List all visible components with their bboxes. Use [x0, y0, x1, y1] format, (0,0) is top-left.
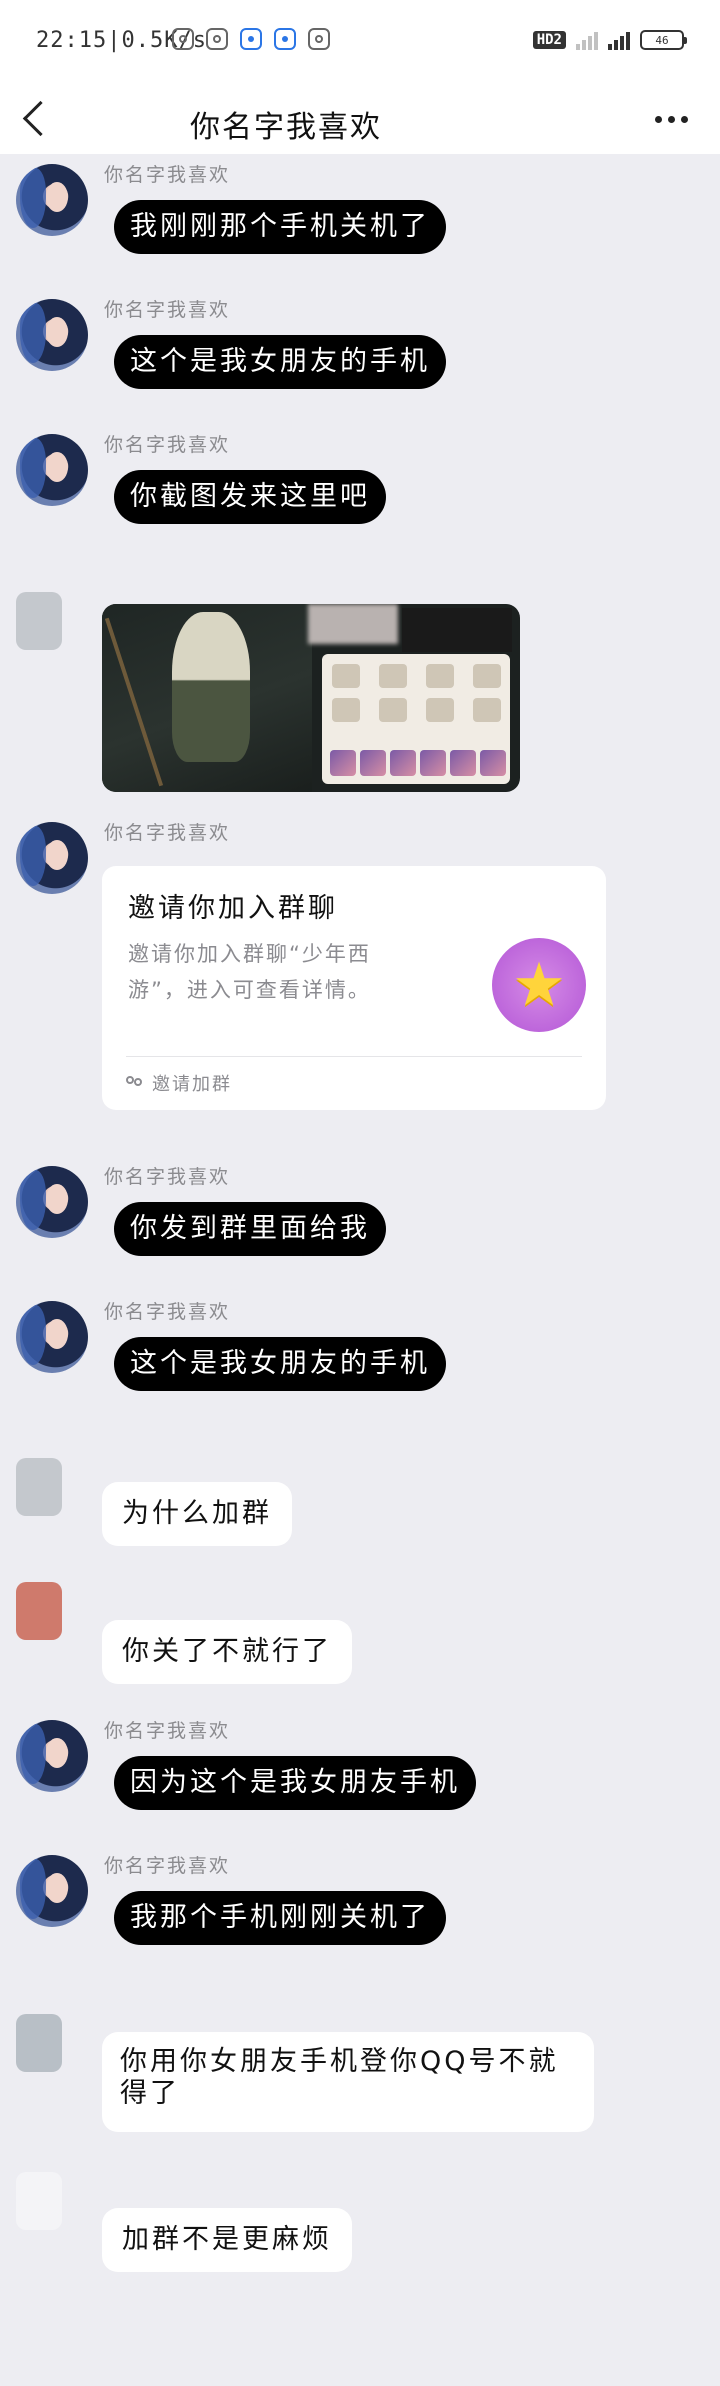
- sender-name: 你名字我喜欢: [104, 434, 231, 456]
- chat-header: 你名字我喜欢: [0, 88, 720, 154]
- message-bubble[interactable]: 你发到群里面给我: [114, 1202, 386, 1256]
- divider: [126, 1056, 582, 1057]
- avatar[interactable]: [16, 2172, 62, 2230]
- avatar[interactable]: [16, 1720, 88, 1792]
- avatar[interactable]: [16, 1458, 62, 1516]
- status-icons: [172, 28, 330, 50]
- redaction-box: [402, 608, 512, 652]
- message-bubble[interactable]: 你用你女朋友手机登你QQ号不就得了: [102, 2032, 594, 2132]
- avatar[interactable]: [16, 592, 62, 650]
- group-icon: [126, 1076, 144, 1090]
- sender-name: 你名字我喜欢: [104, 1301, 231, 1323]
- avatar[interactable]: [16, 164, 88, 236]
- sender-name: 你名字我喜欢: [104, 1720, 231, 1742]
- chat-title[interactable]: 你名字我喜欢: [190, 102, 382, 146]
- redaction-blur: [308, 604, 398, 644]
- alarm-icon: [206, 28, 228, 50]
- sender-name: 你名字我喜欢: [104, 299, 231, 321]
- message-bubble[interactable]: 这个是我女朋友的手机: [114, 1337, 446, 1391]
- camera-notification-icon: [308, 28, 330, 50]
- battery-level: 46: [655, 33, 669, 47]
- back-arrow-icon[interactable]: [22, 100, 59, 137]
- signal-icon: [608, 30, 630, 50]
- status-bar: 22:15|0.5K/s HD2 46: [0, 0, 720, 88]
- group-invite-card[interactable]: 邀请你加入群聊 邀请你加入群聊“少年西游”，进入可查看详情。 ★ 邀请加群: [102, 866, 606, 1110]
- avatar[interactable]: [16, 1855, 88, 1927]
- app-notification-icon: [240, 28, 262, 50]
- avatar[interactable]: [16, 1301, 88, 1373]
- screenshot-image[interactable]: [102, 604, 520, 792]
- invite-description: 邀请你加入群聊“少年西游”，进入可查看详情。: [128, 942, 371, 1002]
- status-right: HD2 46: [532, 30, 687, 50]
- avatar[interactable]: [16, 434, 88, 506]
- message-bubble[interactable]: 为什么加群: [102, 1482, 292, 1546]
- message-bubble[interactable]: 你截图发来这里吧: [114, 470, 386, 524]
- message-bubble[interactable]: 加群不是更麻烦: [102, 2208, 352, 2272]
- signal-icon: [576, 30, 598, 50]
- group-avatar: ★: [492, 938, 586, 1032]
- avatar[interactable]: [16, 1582, 62, 1640]
- avatar[interactable]: [16, 2014, 62, 2072]
- battery-icon: 46: [640, 30, 687, 50]
- message-bubble[interactable]: 我刚刚那个手机关机了: [114, 200, 446, 254]
- sender-name: 你名字我喜欢: [104, 1166, 231, 1188]
- hd-voice-badge: HD2: [532, 31, 566, 49]
- message-bubble[interactable]: 因为这个是我女朋友手机: [114, 1756, 476, 1810]
- app-notification-icon: [274, 28, 296, 50]
- invite-footer-label: 邀请加群: [152, 1074, 232, 1095]
- avatar[interactable]: [16, 822, 88, 894]
- sender-name: 你名字我喜欢: [104, 164, 231, 186]
- game-stats-panel: [322, 654, 510, 784]
- message-bubble[interactable]: 你关了不就行了: [102, 1620, 352, 1684]
- avatar[interactable]: [16, 299, 88, 371]
- game-character: [172, 612, 250, 762]
- invite-footer: 邀请加群: [126, 1070, 232, 1096]
- sender-name: 你名字我喜欢: [104, 822, 231, 844]
- mute-icon: [172, 28, 194, 50]
- avatar[interactable]: [16, 1166, 88, 1238]
- more-options-icon[interactable]: [655, 116, 688, 123]
- message-bubble[interactable]: 我那个手机刚刚关机了: [114, 1891, 446, 1945]
- star-icon: ★: [512, 950, 566, 1020]
- message-bubble[interactable]: 这个是我女朋友的手机: [114, 335, 446, 389]
- sender-name: 你名字我喜欢: [104, 1855, 231, 1877]
- invite-title: 邀请你加入群聊: [128, 893, 338, 924]
